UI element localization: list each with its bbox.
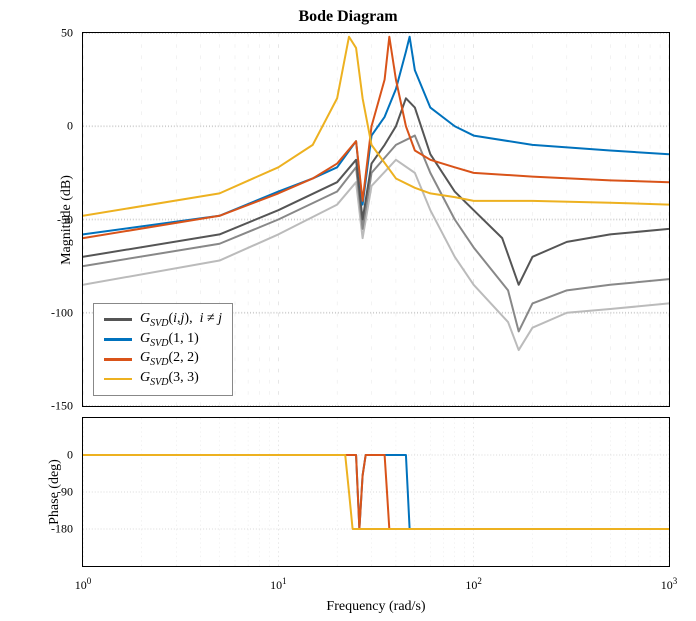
legend-item-2: GSVD(2, 2) xyxy=(104,349,222,369)
phase-yticklabel: 0 xyxy=(67,448,73,463)
xticklabel: 102 xyxy=(465,576,482,593)
legend-label: GSVD(i,j), i ≠ j xyxy=(140,311,222,329)
phase-yticklabel: -180 xyxy=(51,522,73,537)
series-G-SVD-1-1- xyxy=(83,37,669,235)
mag-yticklabel: 0 xyxy=(67,119,73,134)
xticklabel: 101 xyxy=(270,576,287,593)
legend-label: GSVD(1, 1) xyxy=(140,331,199,349)
x-axis-label: Frequency (rad/s) xyxy=(82,599,670,615)
phase-yticklabel: -90 xyxy=(57,485,73,500)
legend-swatch-icon xyxy=(104,378,132,381)
mag-yticklabel: -100 xyxy=(51,305,73,320)
magnitude-plot-area: -150-100-50050 GSVD(i,j), i ≠ jGSVD(1, 1… xyxy=(82,32,670,407)
legend-swatch-icon xyxy=(104,318,132,321)
figure-title: Bode Diagram xyxy=(10,8,686,26)
phase-svg xyxy=(83,418,669,566)
mag-yticklabel: -150 xyxy=(51,399,73,414)
legend-item-1: GSVD(1, 1) xyxy=(104,330,222,350)
xticklabel: 100 xyxy=(75,576,92,593)
legend-item-0: GSVD(i,j), i ≠ j xyxy=(104,310,222,330)
phase-panel: Phase (deg) -180-900 100101102103 xyxy=(82,417,670,567)
legend-label: GSVD(2, 2) xyxy=(140,350,199,368)
xticklabel: 103 xyxy=(661,576,678,593)
magnitude-panel: Magnitude (dB) -150-100-50050 GSVD(i,j),… xyxy=(82,32,670,407)
mag-yticklabel: 50 xyxy=(61,26,73,41)
mag-yticklabel: -50 xyxy=(57,212,73,227)
panels: Magnitude (dB) -150-100-50050 GSVD(i,j),… xyxy=(10,28,686,615)
series-G-SVD-2-2- xyxy=(83,37,669,238)
legend-item-3: GSVD(3, 3) xyxy=(104,369,222,389)
legend-box: GSVD(i,j), i ≠ j GSVD(1, 1)GSVD(2, 2) GSVD… xyxy=(93,303,233,396)
legend-label: GSVD(3, 3) xyxy=(140,370,199,388)
bode-figure: Bode Diagram Magnitude (dB) -150-100-500… xyxy=(0,0,696,621)
legend-swatch-icon xyxy=(104,358,132,361)
legend-swatch-icon xyxy=(104,338,132,341)
phase-plot-area: -180-900 100101102103 xyxy=(82,417,670,567)
